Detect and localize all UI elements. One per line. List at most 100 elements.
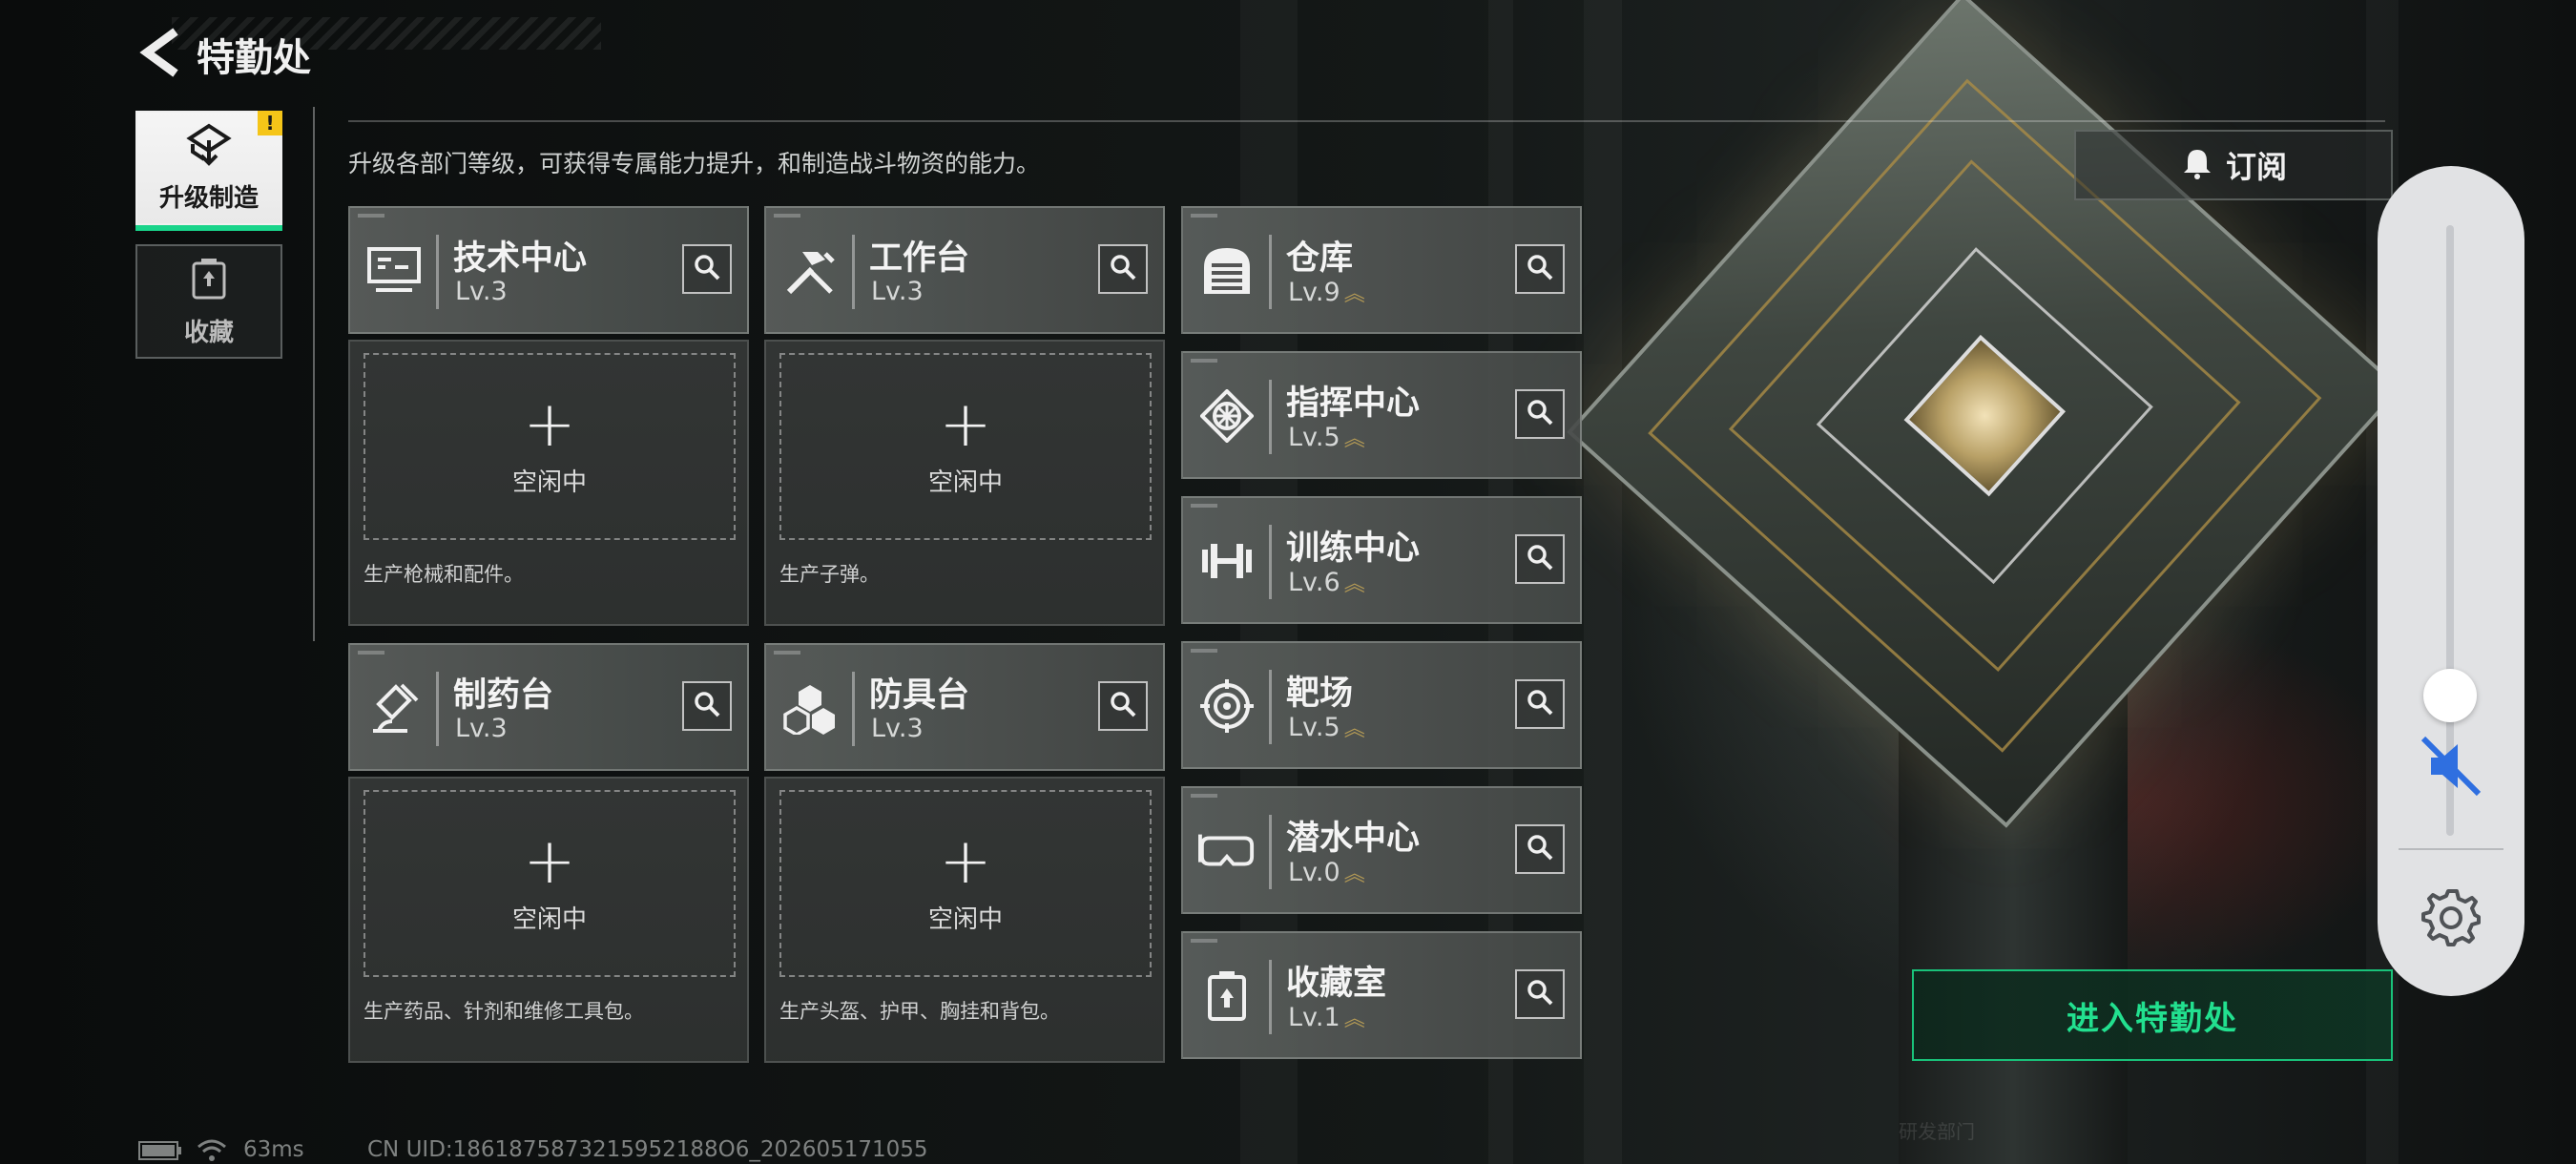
guide-line xyxy=(313,107,315,641)
warehouse-icon xyxy=(1198,242,1256,300)
search-icon xyxy=(1526,688,1554,720)
inspect-button[interactable] xyxy=(1515,534,1565,584)
search-icon xyxy=(1109,253,1137,285)
tab-label: 收藏 xyxy=(183,318,234,347)
armor-bench-icon xyxy=(781,679,839,737)
facility-name: 制药台 xyxy=(453,676,554,715)
production-slot[interactable]: + 空闲中 xyxy=(779,790,1152,977)
add-icon: + xyxy=(939,823,992,898)
search-icon xyxy=(1526,978,1554,1010)
pharmacy-icon xyxy=(365,679,423,737)
production-panel-workbench: + 空闲中 生产子弹。 xyxy=(764,340,1165,626)
user-uid: CN UID:1861875873215952188O6_20260517105… xyxy=(367,1137,928,1162)
subscribe-label: 订阅 xyxy=(2225,149,2287,185)
training-center-icon xyxy=(1198,532,1256,590)
search-icon xyxy=(693,253,721,285)
inspect-button[interactable] xyxy=(1515,244,1565,294)
production-description: 生产头盔、护甲、胸挂和背包。 xyxy=(779,1000,1060,1023)
add-icon: + xyxy=(939,386,992,461)
workbench-icon xyxy=(781,242,839,300)
mute-toggle-button[interactable] xyxy=(2416,733,2486,803)
back-button[interactable] xyxy=(134,28,187,81)
production-description: 生产子弹。 xyxy=(779,563,880,586)
facility-card-training-center[interactable]: 训练中心 Lv.6 ︽ xyxy=(1181,496,1582,624)
facility-level: Lv.3 xyxy=(871,714,924,743)
facility-level: Lv.9 ︽ xyxy=(1288,278,1365,307)
subscribe-button[interactable]: 订阅 xyxy=(2074,130,2393,200)
facility-name: 收藏室 xyxy=(1286,965,1387,1003)
upgrade-available-icon: ︽ xyxy=(1343,863,1365,886)
upgrade-available-icon: ︽ xyxy=(1343,572,1365,596)
inspect-button[interactable] xyxy=(1515,824,1565,874)
inspect-button[interactable] xyxy=(682,244,732,294)
facility-name: 潜水中心 xyxy=(1286,820,1421,858)
facility-level: Lv.0 ︽ xyxy=(1288,858,1365,887)
facility-card-diving-center[interactable]: 潜水中心 Lv.0 ︽ xyxy=(1181,786,1582,914)
facility-card-tech-center[interactable]: 技术中心 Lv.3 xyxy=(348,206,749,334)
tab-label: 升级制造 xyxy=(158,183,259,213)
inspect-button[interactable] xyxy=(1515,969,1565,1019)
ping-readout: 63ms xyxy=(243,1137,304,1162)
inspect-button[interactable] xyxy=(682,681,732,731)
slot-status: 空闲中 xyxy=(927,904,1003,934)
inspect-button[interactable] xyxy=(1098,681,1148,731)
department-description: 升级各部门等级，可获得专属能力提升，和制造战斗物资的能力。 xyxy=(348,150,1041,177)
production-slot[interactable]: + 空闲中 xyxy=(364,790,736,977)
production-panel-pharmacy: + 空闲中 生产药品、针剂和维修工具包。 xyxy=(348,777,749,1063)
gear-icon xyxy=(2420,885,2483,952)
facility-card-armor-bench[interactable]: 防具台 Lv.3 xyxy=(764,643,1165,771)
facility-name: 防具台 xyxy=(869,676,970,715)
upgrade-available-icon: ︽ xyxy=(1343,717,1365,741)
tech-center-icon xyxy=(365,242,423,300)
production-panel-armor-bench: + 空闲中 生产头盔、护甲、胸挂和背包。 xyxy=(764,777,1165,1063)
add-icon: + xyxy=(523,823,576,898)
tab-upgrade-manufacture[interactable]: ! 升级制造 xyxy=(135,111,282,231)
status-bar: 63ms CN UID:1861875873215952188O6_202605… xyxy=(138,1137,1092,1164)
page-title: 特勤处 xyxy=(197,36,311,80)
background-sign: 研发部门 xyxy=(1899,1120,1975,1143)
facility-card-command-center[interactable]: 指挥中心 Lv.5 ︽ xyxy=(1181,351,1582,479)
slot-status: 空闲中 xyxy=(511,468,587,497)
enter-button-label: 进入特勤处 xyxy=(2067,999,2238,1038)
facility-card-warehouse[interactable]: 仓库 Lv.9 ︽ xyxy=(1181,206,1582,334)
volume-panel xyxy=(2378,166,2524,996)
production-slot[interactable]: + 空闲中 xyxy=(364,353,736,540)
search-icon xyxy=(1526,543,1554,575)
upgrade-available-icon: ︽ xyxy=(1343,427,1365,451)
facility-name: 仓库 xyxy=(1286,239,1354,278)
facility-level: Lv.6 ︽ xyxy=(1288,568,1365,597)
panel-divider xyxy=(2399,848,2503,850)
tab-collection[interactable]: 收藏 xyxy=(135,244,282,359)
inspect-button[interactable] xyxy=(1098,244,1148,294)
settings-button[interactable] xyxy=(2416,883,2486,954)
search-icon xyxy=(1526,398,1554,430)
facility-name: 训练中心 xyxy=(1286,530,1421,568)
add-icon: + xyxy=(523,386,576,461)
facility-level: Lv.3 xyxy=(871,277,924,306)
command-center-icon xyxy=(1198,387,1256,445)
production-description: 生产枪械和配件。 xyxy=(364,563,524,586)
search-icon xyxy=(1526,833,1554,865)
header: 特勤处 xyxy=(134,21,601,88)
volume-slider-knob[interactable] xyxy=(2423,668,2477,722)
alert-badge: ! xyxy=(258,111,282,135)
inspect-button[interactable] xyxy=(1515,679,1565,729)
search-icon xyxy=(693,690,721,722)
facility-card-collection-room[interactable]: 收藏室 Lv.1 ︽ xyxy=(1181,931,1582,1059)
shooting-range-icon xyxy=(1198,677,1256,735)
slot-status: 空闲中 xyxy=(511,904,587,934)
facility-card-workbench[interactable]: 工作台 Lv.3 xyxy=(764,206,1165,334)
production-slot[interactable]: + 空闲中 xyxy=(779,353,1152,540)
production-description: 生产药品、针剂和维修工具包。 xyxy=(364,1000,644,1023)
slot-status: 空闲中 xyxy=(927,468,1003,497)
wifi-icon xyxy=(196,1137,228,1164)
search-icon xyxy=(1109,690,1137,722)
back-arrow-icon xyxy=(137,28,183,81)
enter-special-ops-button[interactable]: 进入特勤处 xyxy=(1912,969,2393,1061)
diving-center-icon xyxy=(1198,822,1256,880)
facility-level: Lv.3 xyxy=(455,714,508,743)
facility-card-shooting-range[interactable]: 靶场 Lv.5 ︽ xyxy=(1181,641,1582,769)
inspect-button[interactable] xyxy=(1515,389,1565,439)
cube-structure xyxy=(1567,0,2402,828)
facility-card-pharmacy[interactable]: 制药台 Lv.3 xyxy=(348,643,749,771)
